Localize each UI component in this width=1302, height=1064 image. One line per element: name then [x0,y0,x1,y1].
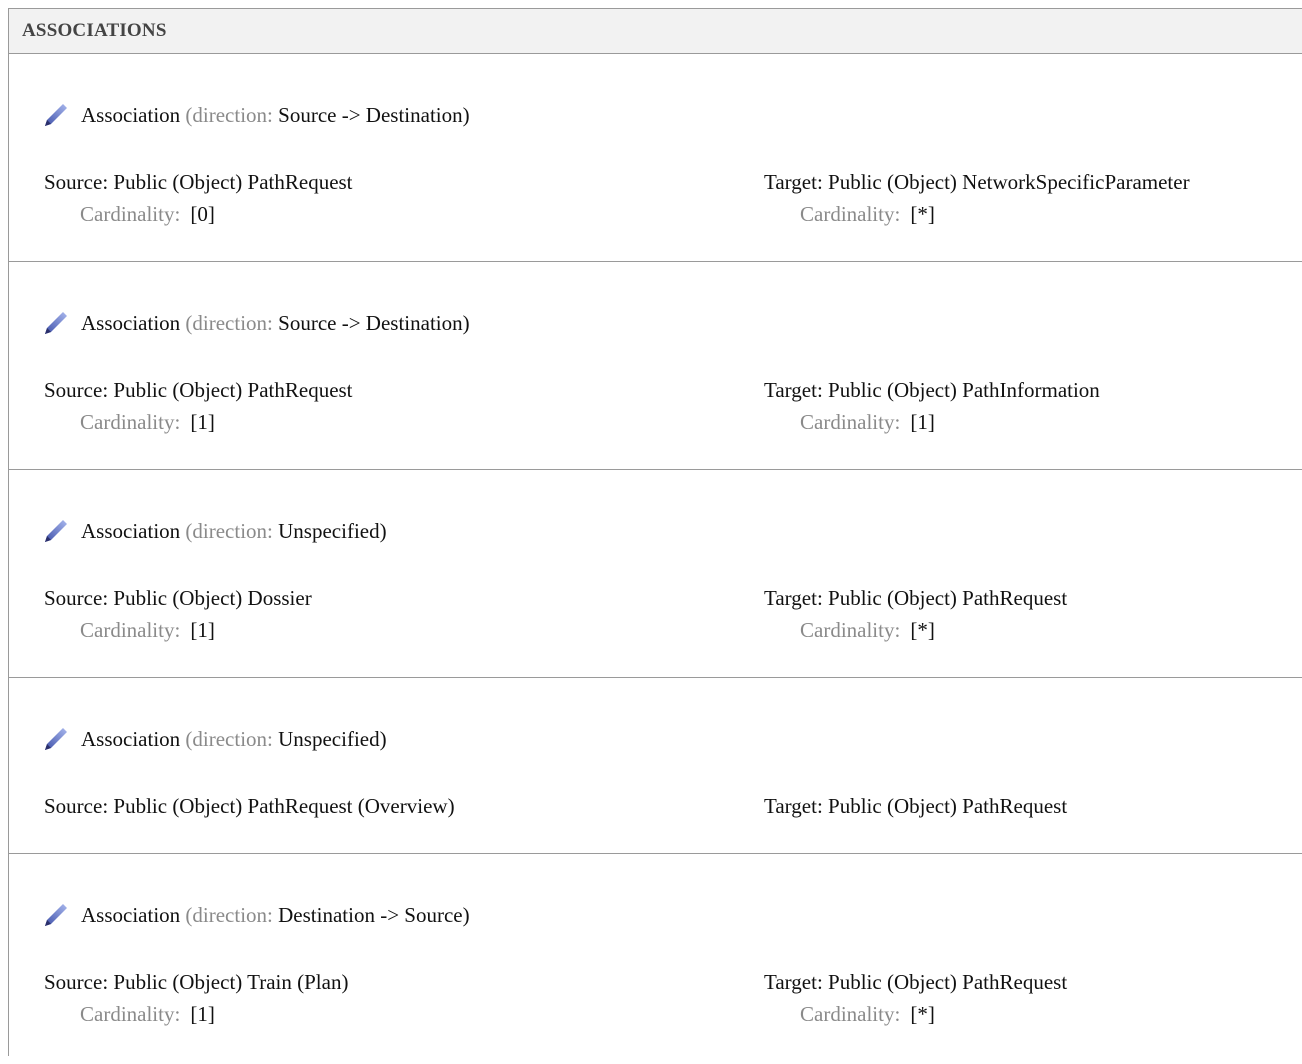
target-cardinality: [*] [910,1002,935,1026]
source-end: Source: Public (Object) PathRequest Card… [44,170,353,227]
direction-label: direction: [192,102,273,127]
section-title: ASSOCIATIONS [9,9,1302,54]
direction-value: Unspecified [278,726,380,751]
direction-label: direction: [192,310,273,335]
cardinality-label: Cardinality: [800,618,901,642]
pencil-icon [45,904,67,926]
direction-value: Destination -> Source [278,902,463,927]
source-cardinality: [1] [190,618,215,642]
pencil-icon [45,520,67,542]
association-label: Association [81,102,181,127]
target-text: Target: Public (Object) PathInformation [764,378,1100,402]
source-end: Source: Public (Object) Dossier Cardinal… [44,586,312,643]
source-end: Source: Public (Object) Train (Plan) Car… [44,970,348,1027]
cardinality-label: Cardinality: [80,1002,181,1026]
direction-label: direction: [192,518,273,543]
pencil-icon [45,312,67,334]
association-title-row: Association (direction: Destination -> S… [43,902,470,928]
associations-panel: ASSOCIATIONS Association (direction: Sou… [8,8,1302,1056]
association-title-row: Association (direction: Source -> Destin… [43,310,470,336]
association-label: Association [81,518,181,543]
target-cardinality: [*] [910,202,935,226]
cardinality-label: Cardinality: [800,1002,901,1026]
direction-value: Unspecified [278,518,380,543]
source-text: Source: Public (Object) PathRequest [44,378,353,402]
source-cardinality: [0] [190,202,215,226]
direction-value: Source -> Destination [278,102,463,127]
source-end: Source: Public (Object) PathRequest Card… [44,378,353,435]
source-cardinality: [1] [190,410,215,434]
source-text: Source: Public (Object) PathRequest [44,170,353,194]
pencil-icon [45,728,67,750]
target-end: Target: Public (Object) PathInformation … [764,378,1100,435]
pencil-icon [45,104,67,126]
source-end: Source: Public (Object) PathRequest (Ove… [44,794,455,819]
target-cardinality: [*] [910,618,935,642]
source-text: Source: Public (Object) Dossier [44,586,312,610]
cardinality-label: Cardinality: [80,618,181,642]
cardinality-label: Cardinality: [80,410,181,434]
target-text: Target: Public (Object) NetworkSpecificP… [764,170,1190,194]
target-text: Target: Public (Object) PathRequest [764,586,1068,610]
source-cardinality: [1] [190,1002,215,1026]
association-title-row: Association (direction: Unspecified) [43,518,387,544]
target-end: Target: Public (Object) NetworkSpecificP… [764,170,1190,227]
target-end: Target: Public (Object) PathRequest Card… [764,586,1067,643]
association-title-row: Association (direction: Unspecified) [43,726,387,752]
association-item: Association (direction: Source -> Destin… [9,54,1302,262]
target-end: Target: Public (Object) PathRequest Card… [764,970,1067,1027]
association-label: Association [81,902,181,927]
direction-label: direction: [192,902,273,927]
association-label: Association [81,310,181,335]
association-item: Association (direction: Unspecified) Sou… [9,470,1302,678]
direction-label: direction: [192,726,273,751]
source-text: Source: Public (Object) PathRequest (Ove… [44,794,455,818]
target-end: Target: Public (Object) PathRequest [764,794,1067,819]
association-item: Association (direction: Destination -> S… [9,854,1302,1064]
direction-value: Source -> Destination [278,310,463,335]
target-text: Target: Public (Object) PathRequest [764,970,1068,994]
association-item: Association (direction: Source -> Destin… [9,262,1302,470]
cardinality-label: Cardinality: [80,202,181,226]
cardinality-label: Cardinality: [800,202,901,226]
association-title-row: Association (direction: Source -> Destin… [43,102,470,128]
association-label: Association [81,726,181,751]
cardinality-label: Cardinality: [800,410,901,434]
source-text: Source: Public (Object) Train (Plan) [44,970,349,994]
target-text: Target: Public (Object) PathRequest [764,794,1068,818]
association-item: Association (direction: Unspecified) Sou… [9,678,1302,854]
target-cardinality: [1] [910,410,935,434]
